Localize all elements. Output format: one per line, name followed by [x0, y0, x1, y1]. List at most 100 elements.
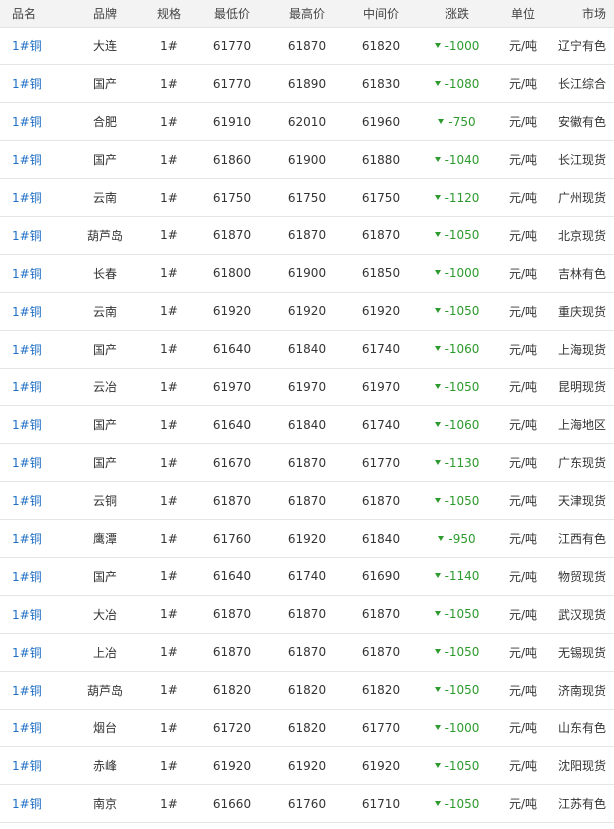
down-triangle-icon: [434, 497, 441, 503]
change-cell: -1050: [420, 746, 494, 786]
product-link[interactable]: 1#铜: [12, 418, 42, 432]
brand-cell: 云铜: [64, 481, 146, 521]
brand-cell: 葫芦岛: [64, 216, 146, 255]
product-link[interactable]: 1#铜: [12, 532, 42, 546]
mid-price-cell: 61870: [342, 633, 420, 672]
spec-cell: 1#: [146, 368, 192, 407]
mid-price-cell: 61740: [342, 405, 420, 445]
product-cell[interactable]: 1#铜: [0, 330, 64, 369]
table-row: 1#铜 国产 1# 61860 61900 61880 -1040 元/吨 长江现货: [0, 140, 614, 180]
high-price-cell: 61820: [272, 709, 342, 748]
table-row: 1#铜 鹰潭 1# 61760 61920 61840 -950 元/吨 江西有色: [0, 519, 614, 558]
product-link[interactable]: 1#铜: [12, 77, 42, 91]
header-low-price: 最低价: [192, 0, 272, 28]
product-cell[interactable]: 1#铜: [0, 519, 64, 558]
product-cell[interactable]: 1#铜: [0, 64, 64, 104]
unit-cell: 元/吨: [494, 140, 552, 180]
product-cell[interactable]: 1#铜: [0, 746, 64, 786]
product-link[interactable]: 1#铜: [12, 115, 42, 129]
header-name: 品名: [0, 0, 64, 28]
change-value: -1050: [444, 758, 480, 773]
product-link[interactable]: 1#铜: [12, 153, 42, 167]
product-link[interactable]: 1#铜: [12, 608, 42, 622]
unit-cell: 元/吨: [494, 557, 552, 596]
unit-cell: 元/吨: [494, 27, 552, 66]
down-triangle-icon: [434, 270, 441, 276]
product-link[interactable]: 1#铜: [12, 684, 42, 698]
down-triangle-icon: [434, 194, 441, 200]
product-cell[interactable]: 1#铜: [0, 368, 64, 407]
brand-cell: 长春: [64, 254, 146, 293]
product-cell[interactable]: 1#铜: [0, 405, 64, 445]
product-link[interactable]: 1#铜: [12, 494, 42, 508]
mid-price-cell: 61920: [342, 746, 420, 786]
product-cell[interactable]: 1#铜: [0, 292, 64, 331]
product-link[interactable]: 1#铜: [12, 343, 42, 357]
unit-cell: 元/吨: [494, 709, 552, 748]
change-value: -1120: [444, 190, 480, 205]
product-cell[interactable]: 1#铜: [0, 784, 64, 824]
change-value: -1050: [444, 304, 480, 319]
product-link[interactable]: 1#铜: [12, 759, 42, 773]
product-cell[interactable]: 1#铜: [0, 595, 64, 634]
table-row: 1#铜 云南 1# 61920 61920 61920 -1050 元/吨 重庆现货: [0, 292, 614, 331]
product-cell[interactable]: 1#铜: [0, 216, 64, 255]
unit-cell: 元/吨: [494, 405, 552, 445]
product-link[interactable]: 1#铜: [12, 570, 42, 584]
product-link[interactable]: 1#铜: [12, 797, 42, 811]
change-cell: -1050: [420, 481, 494, 521]
high-price-cell: 61820: [272, 671, 342, 710]
down-triangle-icon: [434, 649, 441, 655]
brand-cell: 国产: [64, 330, 146, 369]
product-cell[interactable]: 1#铜: [0, 709, 64, 748]
down-triangle-icon: [434, 156, 441, 162]
product-cell[interactable]: 1#铜: [0, 671, 64, 710]
low-price-cell: 61750: [192, 178, 272, 217]
market-cell: 无锡现货: [552, 633, 614, 672]
product-link[interactable]: 1#铜: [12, 229, 42, 243]
product-link[interactable]: 1#铜: [12, 191, 42, 205]
mid-price-cell: 61820: [342, 671, 420, 710]
product-link[interactable]: 1#铜: [12, 39, 42, 53]
product-link[interactable]: 1#铜: [12, 646, 42, 660]
market-cell: 济南现货: [552, 671, 614, 710]
product-link[interactable]: 1#铜: [12, 267, 42, 281]
spec-cell: 1#: [146, 27, 192, 66]
product-cell[interactable]: 1#铜: [0, 102, 64, 142]
spec-cell: 1#: [146, 557, 192, 596]
market-cell: 江苏有色: [552, 784, 614, 824]
product-link[interactable]: 1#铜: [12, 721, 42, 735]
table-row: 1#铜 赤峰 1# 61920 61920 61920 -1050 元/吨 沈阳现货: [0, 746, 614, 786]
change-value: -1050: [444, 379, 480, 394]
spec-cell: 1#: [146, 519, 192, 558]
header-mid-price: 中间价: [342, 0, 420, 28]
product-link[interactable]: 1#铜: [12, 305, 42, 319]
product-link[interactable]: 1#铜: [12, 456, 42, 470]
brand-cell: 赤峰: [64, 746, 146, 786]
low-price-cell: 61870: [192, 481, 272, 521]
product-cell[interactable]: 1#铜: [0, 140, 64, 180]
change-value: -1040: [444, 152, 480, 167]
spec-cell: 1#: [146, 595, 192, 634]
product-cell[interactable]: 1#铜: [0, 443, 64, 483]
product-cell[interactable]: 1#铜: [0, 178, 64, 217]
high-price-cell: 61750: [272, 178, 342, 217]
brand-cell: 国产: [64, 443, 146, 483]
market-cell: 广东现货: [552, 443, 614, 483]
table-row: 1#铜 上冶 1# 61870 61870 61870 -1050 元/吨 无锡现货: [0, 633, 614, 672]
product-cell[interactable]: 1#铜: [0, 633, 64, 672]
down-triangle-icon: [434, 42, 441, 48]
change-cell: -1000: [420, 27, 494, 66]
market-cell: 广州现货: [552, 178, 614, 217]
product-cell[interactable]: 1#铜: [0, 27, 64, 66]
low-price-cell: 61870: [192, 216, 272, 255]
product-link[interactable]: 1#铜: [12, 380, 42, 394]
product-cell[interactable]: 1#铜: [0, 481, 64, 521]
unit-cell: 元/吨: [494, 292, 552, 331]
brand-cell: 葫芦岛: [64, 671, 146, 710]
header-market: 市场: [552, 0, 614, 28]
high-price-cell: 61840: [272, 330, 342, 369]
product-cell[interactable]: 1#铜: [0, 254, 64, 293]
product-cell[interactable]: 1#铜: [0, 557, 64, 596]
spec-cell: 1#: [146, 292, 192, 331]
